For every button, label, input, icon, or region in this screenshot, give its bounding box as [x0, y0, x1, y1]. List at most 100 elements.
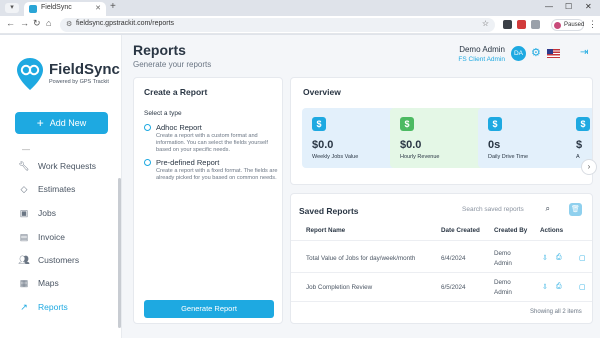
- extension-red-icon[interactable]: [517, 20, 526, 29]
- saved-reports-card: Saved Reports Search saved reports ⌕ 🗑︎ …: [290, 193, 593, 324]
- sidebar-item-label: Jobs: [38, 208, 56, 218]
- radio-button[interactable]: [144, 159, 151, 166]
- browser-tab[interactable]: FieldSync ✕: [24, 2, 106, 16]
- briefcase-icon: ▣: [19, 207, 29, 218]
- maximize-icon[interactable]: ☐: [565, 2, 572, 11]
- divider: [291, 240, 592, 241]
- stat-card-weekly-jobs-value: $ $0.0 Weekly Jobs Value: [302, 108, 396, 168]
- stat-value: $0.0: [400, 139, 422, 151]
- stat-card-hourly-revenue: $ $0.0 Hourly Revenue: [390, 108, 484, 168]
- trash-icon[interactable]: 🗑︎: [569, 203, 582, 216]
- profile-avatar: [554, 22, 561, 29]
- download-icon[interactable]: ⇩: [542, 254, 548, 262]
- stat-value: 0s: [488, 139, 501, 151]
- site-info-icon[interactable]: ⚙: [66, 20, 72, 28]
- extension-icon[interactable]: [503, 20, 512, 29]
- report-name-cell[interactable]: Job Completion Review: [306, 284, 372, 291]
- radio-button[interactable]: [144, 124, 151, 131]
- stat-value: $0.0: [312, 139, 334, 151]
- profile-paused-button[interactable]: Paused: [551, 19, 584, 31]
- stat-value: $: [576, 139, 583, 151]
- saved-reports-title: Saved Reports: [299, 206, 359, 216]
- sidebar-item-invoice[interactable]: ▤ Invoice: [18, 230, 118, 244]
- dollar-icon: $: [488, 117, 502, 131]
- sidebar-item-work-requests[interactable]: 🔧︎ Work Requests: [18, 159, 118, 173]
- sidebar-item-reports[interactable]: ↗ Reports: [18, 300, 118, 314]
- create-report-card: Create a Report Select a type Adhoc Repo…: [133, 77, 283, 324]
- sidebar-item-label: Customers: [38, 255, 80, 265]
- date-cell: 6/4/2024: [441, 255, 466, 262]
- stat-label: Hourly Revenue: [400, 154, 440, 160]
- minimize-icon[interactable]: —: [545, 2, 553, 11]
- user-role: FS Client Admin: [458, 56, 505, 63]
- column-header-date-created[interactable]: Date Created: [441, 227, 480, 234]
- browser-menu-icon[interactable]: ⋮: [588, 19, 597, 30]
- sidebar-item-estimates[interactable]: ◇ Estimates: [18, 182, 118, 196]
- url-field[interactable]: ⚙ fieldsync.gpstrackit.com/reports ☆: [60, 18, 495, 32]
- search-input[interactable]: Search saved reports ⌕: [456, 203, 556, 218]
- date-cell: 6/5/2024: [441, 284, 466, 291]
- dollar-icon: $: [312, 117, 326, 131]
- bookmark-star-icon[interactable]: ☆: [482, 19, 489, 28]
- home-icon[interactable]: ⌂: [46, 18, 51, 28]
- column-header-report-name[interactable]: Report Name: [306, 227, 345, 234]
- sidebar-item-jobs[interactable]: ▣ Jobs: [18, 206, 118, 220]
- forward-icon[interactable]: →: [20, 18, 29, 28]
- us-flag-icon[interactable]: [547, 49, 560, 58]
- stat-label: A: [576, 154, 580, 160]
- brand-subtitle: Powered by GPS Trackit: [49, 79, 109, 85]
- create-report-title: Create a Report: [144, 87, 208, 97]
- column-header-created-by[interactable]: Created By: [494, 227, 527, 234]
- people-icon: 👥︎: [18, 254, 30, 265]
- created-by-cell: Demo: [494, 250, 511, 257]
- gear-icon[interactable]: ⚙: [531, 46, 541, 59]
- option-label: Adhoc Report: [156, 123, 202, 132]
- edit-icon[interactable]: ▢: [579, 283, 586, 291]
- sidebar-scrollbar[interactable]: [118, 178, 121, 328]
- wrench-icon: 🔧︎: [18, 160, 30, 171]
- map-icon: ▦: [19, 277, 29, 288]
- address-bar-row: ← → ↻ ⌂ ⚙ fieldsync.gpstrackit.com/repor…: [0, 16, 600, 34]
- close-tab-icon[interactable]: ✕: [95, 4, 101, 12]
- column-header-actions: Actions: [540, 227, 564, 234]
- collapsed-item-marker: —: [22, 145, 30, 154]
- option-description: Create a report with a fixed format. The…: [156, 168, 278, 182]
- tab-search-button[interactable]: ▾: [5, 3, 19, 13]
- sidebar-item-maps[interactable]: ▦ Maps: [18, 276, 118, 290]
- sidebar-item-label: Estimates: [38, 184, 76, 194]
- print-icon[interactable]: ⎙: [556, 254, 562, 262]
- app-root: FieldSync Powered by GPS Trackit + Add N…: [0, 35, 600, 338]
- download-icon[interactable]: ⇩: [542, 283, 548, 291]
- report-name-cell[interactable]: Total Value of Jobs for day/week/month: [306, 255, 415, 262]
- chart-line-icon: ↗: [20, 301, 28, 312]
- extensions-puzzle-icon[interactable]: [531, 20, 540, 29]
- stat-label: Weekly Jobs Value: [312, 154, 359, 160]
- pagination-summary: Showing all 2 items: [530, 309, 582, 315]
- new-tab-icon[interactable]: +: [110, 1, 116, 12]
- back-icon[interactable]: ←: [6, 18, 15, 28]
- user-info: Demo Admin FS Client Admin: [420, 45, 505, 63]
- sidebar-item-customers[interactable]: 👥︎ Customers: [18, 253, 118, 267]
- fieldsync-logo[interactable]: FieldSync Powered by GPS Trackit: [16, 55, 120, 95]
- logout-icon[interactable]: ⇥: [580, 47, 588, 58]
- chevron-right-icon[interactable]: ›: [581, 159, 597, 175]
- print-icon[interactable]: ⎙: [556, 283, 562, 291]
- edit-icon[interactable]: ▢: [579, 254, 586, 262]
- search-icon[interactable]: ⌕: [546, 204, 550, 214]
- reload-icon[interactable]: ↻: [33, 18, 41, 29]
- user-name: Demo Admin: [459, 45, 505, 54]
- avatar[interactable]: DA: [511, 46, 526, 61]
- overview-title: Overview: [303, 87, 341, 97]
- generate-report-button[interactable]: Generate Report: [144, 300, 274, 318]
- sidebar-item-label: Maps: [38, 278, 59, 288]
- sidebar-item-label: Reports: [38, 302, 68, 312]
- url-text: fieldsync.gpstrackit.com/reports: [76, 20, 175, 27]
- add-new-button[interactable]: + Add New: [15, 112, 108, 134]
- page-title: Reports: [133, 42, 186, 58]
- select-type-label: Select a type: [144, 110, 182, 117]
- sidebar-item-label: Invoice: [38, 232, 65, 242]
- close-window-icon[interactable]: ✕: [585, 2, 592, 11]
- option-label: Pre-defined Report: [156, 158, 220, 167]
- divider: [291, 272, 592, 273]
- browser-tabstrip: ▾ FieldSync ✕ + — ☐ ✕: [0, 0, 600, 16]
